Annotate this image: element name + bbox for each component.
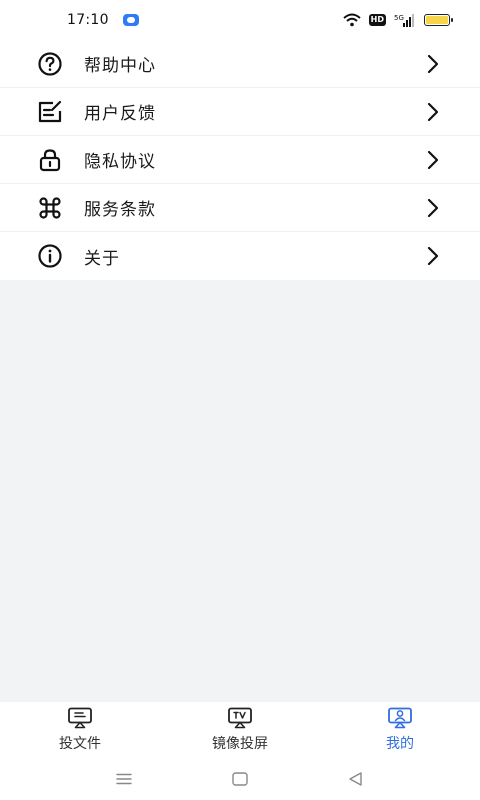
menu-nav-icon[interactable] xyxy=(114,771,134,787)
signal-icon: 5G xyxy=(394,14,414,27)
back-nav-icon[interactable] xyxy=(346,771,366,787)
feedback-edit-icon xyxy=(36,98,64,126)
info-icon xyxy=(36,242,64,270)
menu-item-help-center[interactable]: 帮助中心 xyxy=(0,40,480,88)
status-bar: 17:10 HD 5G xyxy=(0,0,480,40)
menu-item-label: 关于 xyxy=(84,248,120,269)
tab-cast-file[interactable]: 投文件 xyxy=(0,702,160,758)
wifi-icon xyxy=(342,13,361,27)
tab-screen-mirror[interactable]: 镜像投屏 xyxy=(160,702,320,758)
chevron-right-icon xyxy=(427,150,439,169)
app-notification-icon xyxy=(122,14,139,26)
tab-label: 我的 xyxy=(386,736,414,752)
menu-item-privacy-policy[interactable]: 隐私协议 xyxy=(0,136,480,184)
chevron-right-icon xyxy=(427,54,439,73)
menu-item-terms-of-service[interactable]: 服务条款 xyxy=(0,184,480,232)
status-time: 17:10 xyxy=(67,12,109,28)
menu-item-about[interactable]: 关于 xyxy=(0,232,480,280)
command-icon xyxy=(36,194,64,222)
menu-item-label: 服务条款 xyxy=(84,200,156,220)
chevron-right-icon xyxy=(427,102,439,121)
tab-label: 镜像投屏 xyxy=(212,736,268,752)
hd-badge: HD xyxy=(368,14,386,26)
network-type-label: 5G xyxy=(394,14,404,22)
menu-item-label: 用户反馈 xyxy=(84,104,156,124)
battery-icon xyxy=(424,14,453,26)
menu-item-feedback[interactable]: 用户反馈 xyxy=(0,88,480,136)
tab-mine[interactable]: 我的 xyxy=(320,702,480,758)
menu-item-label: 帮助中心 xyxy=(84,56,156,76)
tab-label: 投文件 xyxy=(59,736,101,752)
bottom-tab-bar: 投文件 镜像投屏 我的 xyxy=(0,702,480,758)
lock-icon xyxy=(36,146,64,174)
battery-level xyxy=(426,16,448,24)
menu-item-label: 隐私协议 xyxy=(84,152,156,172)
profile-cast-icon xyxy=(388,707,412,729)
status-indicators: HD 5G xyxy=(342,13,453,27)
chevron-right-icon xyxy=(427,246,439,266)
help-circle-icon xyxy=(36,50,64,78)
chevron-right-icon xyxy=(427,198,439,217)
settings-menu: 帮助中心 用户反馈 隐私协议 服务条款 关于 xyxy=(0,40,480,280)
system-nav-bar xyxy=(0,758,480,800)
tv-mirror-icon xyxy=(228,707,252,729)
cast-file-icon xyxy=(68,707,92,729)
home-nav-icon[interactable] xyxy=(230,771,250,787)
